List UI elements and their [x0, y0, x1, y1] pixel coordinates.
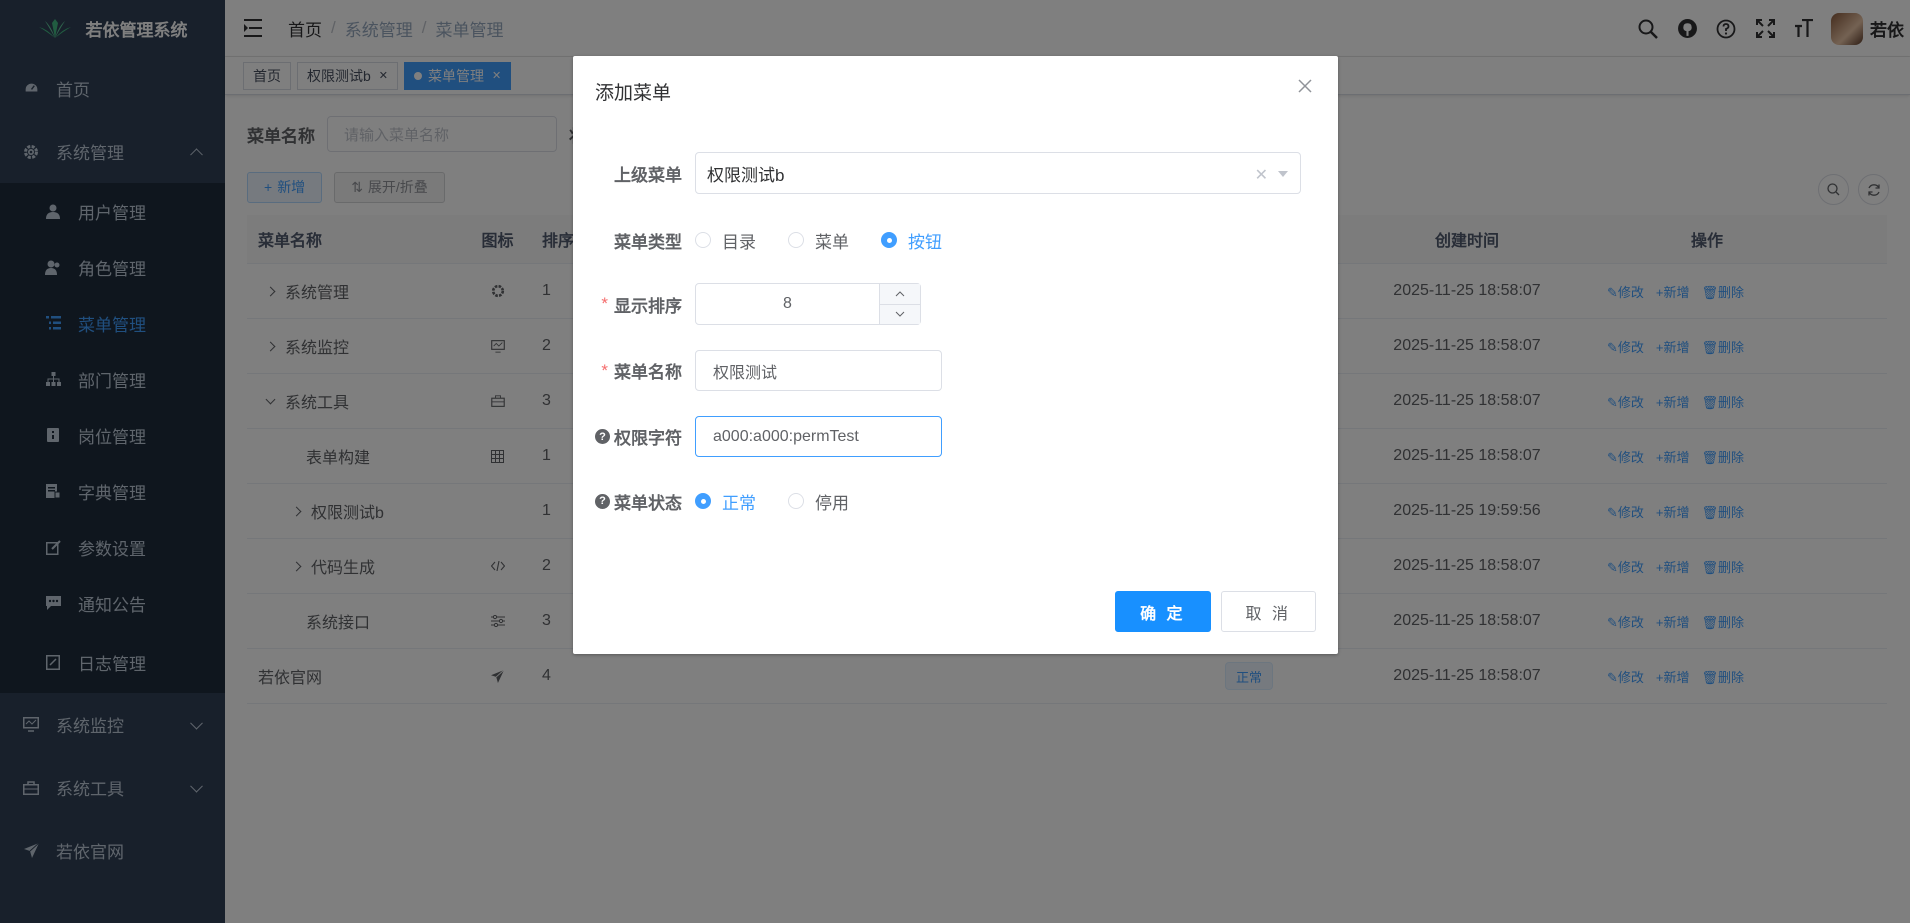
radio-dot [881, 232, 897, 248]
name-label: * 菜单名称 [573, 358, 695, 383]
radio-label: 停用 [815, 493, 849, 513]
question-icon[interactable]: ? [595, 493, 610, 509]
form-row-perms: ? 权限字符 a000:a000:permTest [573, 416, 942, 457]
required-mark: * [601, 294, 608, 313]
radio-type-dir[interactable]: 目录 [695, 228, 756, 253]
number-controls [879, 284, 920, 324]
order-label-text: 显示排序 [614, 296, 682, 316]
form-row-name: * 菜单名称 权限测试 [573, 350, 942, 391]
question-icon[interactable]: ? [595, 429, 610, 444]
radio-type-button[interactable]: 按钮 [881, 228, 942, 253]
radio-dot [695, 493, 711, 509]
order-value[interactable]: 8 [696, 284, 879, 324]
status-label-text: 菜单状态 [614, 493, 682, 513]
dialog-title: 添加菜单 [595, 83, 672, 104]
order-label: * 显示排序 [573, 292, 695, 317]
clear-icon[interactable]: ✕ [1255, 165, 1268, 185]
required-mark: * [601, 360, 608, 380]
radio-label: 正常 [722, 493, 756, 513]
close-icon[interactable] [1298, 78, 1316, 96]
parent-menu-select[interactable]: 权限测试b ✕ [695, 152, 1301, 194]
caret-down-icon [1278, 171, 1288, 177]
perms-label: ? 权限字符 [573, 424, 695, 449]
radio-label: 目录 [722, 232, 756, 252]
cancel-button[interactable]: 取 消 [1220, 591, 1316, 632]
confirm-button[interactable]: 确 定 [1115, 591, 1211, 632]
dialog-footer: 确 定 取 消 [1115, 591, 1316, 632]
order-number-input[interactable]: 8 [695, 283, 921, 325]
radio-type-menu[interactable]: 菜单 [788, 228, 849, 253]
radio-label: 按钮 [908, 232, 942, 252]
form-row-type: 菜单类型 目录 菜单 按钮 [573, 219, 974, 261]
increase-button[interactable] [880, 284, 920, 305]
form-row-parent: 上级菜单 权限测试b ✕ [573, 152, 1301, 194]
decrease-button[interactable] [880, 305, 920, 325]
chevron-up-icon [895, 291, 905, 297]
radio-label: 菜单 [815, 232, 849, 252]
radio-dot [695, 232, 711, 248]
radio-dot [788, 493, 804, 509]
perms-label-text: 权限字符 [614, 429, 682, 448]
menu-name-input[interactable]: 权限测试 [695, 350, 942, 391]
add-menu-dialog: 添加菜单 上级菜单 权限测试b ✕ 菜单类型 目录 菜单 按钮 * 显示排序 8 … [573, 56, 1338, 654]
chevron-down-icon [895, 311, 905, 317]
parent-menu-value: 权限测试b [707, 165, 785, 185]
radio-dot [788, 232, 804, 248]
radio-status-disabled[interactable]: 停用 [788, 489, 849, 514]
status-label: ? 菜单状态 [573, 489, 695, 514]
parent-label: 上级菜单 [614, 165, 682, 185]
name-label-text: 菜单名称 [614, 363, 682, 382]
form-row-status: ? 菜单状态 正常 停用 [573, 480, 881, 522]
perms-input[interactable]: a000:a000:permTest [695, 416, 942, 457]
radio-status-normal[interactable]: 正常 [695, 489, 756, 514]
type-label: 菜单类型 [614, 232, 682, 252]
form-row-order: * 显示排序 8 [573, 283, 921, 325]
